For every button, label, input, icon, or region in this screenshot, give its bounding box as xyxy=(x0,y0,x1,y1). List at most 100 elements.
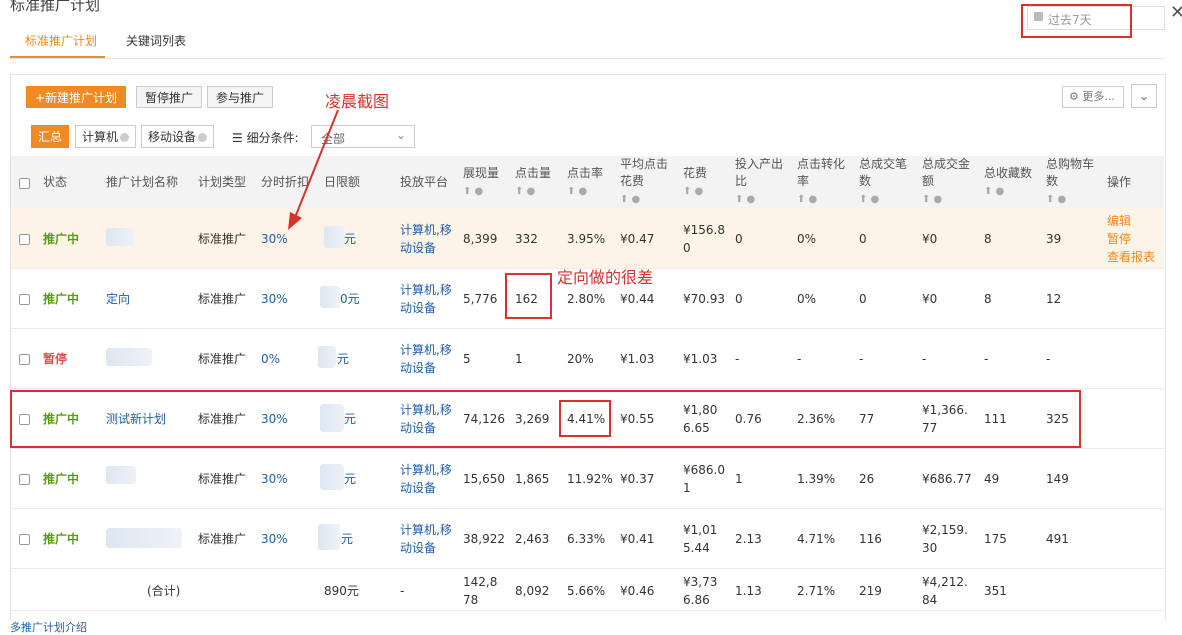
header-impressions[interactable]: 展现量 ⬆ ● xyxy=(463,165,499,200)
header-clicks-label: 点击量 xyxy=(515,166,552,180)
impressions: 5 xyxy=(463,352,471,366)
segment-mobile-label: 移动设备 xyxy=(148,130,197,144)
tab-divider xyxy=(10,58,1164,59)
ctr: 11.92% xyxy=(567,472,613,486)
total-budget: 890元 xyxy=(324,584,359,598)
header-cvr[interactable]: 点击转化率 ⬆ ● xyxy=(797,156,849,208)
join-button[interactable]: 参与推广 xyxy=(207,86,274,108)
platform-link[interactable]: 计算机,移动设备 xyxy=(400,521,456,557)
header-gmv[interactable]: 总成交金额 ⬆ ● xyxy=(922,156,974,208)
tab-keyword-list[interactable]: 关键词列表 xyxy=(126,32,186,49)
segment-mobile[interactable]: 移动设备 xyxy=(141,125,215,148)
annotation-targeting-note: 定向做的很差 xyxy=(557,268,654,287)
roi: 0 xyxy=(735,232,743,246)
platform-link[interactable]: 计算机,移动设备 xyxy=(400,281,456,317)
cost: ¥156.80 xyxy=(683,223,725,255)
clicks: 332 xyxy=(515,232,538,246)
header-plan-name: 推广计划名称 xyxy=(106,175,179,189)
cpc: ¥0.44 xyxy=(620,292,655,306)
row-divider xyxy=(11,328,1164,329)
header-ctr[interactable]: 点击率 ⬆ ● xyxy=(567,165,603,200)
roi: 2.13 xyxy=(735,532,762,546)
header-cpc-label: 平均点击花费 xyxy=(620,157,669,188)
row-divider xyxy=(11,448,1164,449)
header-clicks[interactable]: 点击量 ⬆ ● xyxy=(515,165,551,200)
budget-link[interactable]: 元 xyxy=(341,530,353,548)
sort-icon: ⬆ ● xyxy=(922,194,943,205)
more-button[interactable]: ⚙ 更多... xyxy=(1062,86,1124,108)
view-report-link[interactable]: 查看报表 xyxy=(1107,248,1155,266)
discount-link[interactable]: 30% xyxy=(261,290,288,308)
platform-link[interactable]: 计算机,移动设备 xyxy=(400,221,456,257)
row-checkbox[interactable] xyxy=(19,354,30,365)
platform-link[interactable]: 计算机,移动设备 xyxy=(400,461,456,497)
total-gmv: ¥4,212.84 xyxy=(922,575,968,607)
row-checkbox[interactable] xyxy=(19,234,30,245)
plan-name-redacted[interactable] xyxy=(106,228,134,246)
header-favorites[interactable]: 总收藏数 ⬆ ● xyxy=(984,165,1032,200)
chevron-down-icon[interactable]: ⌄ xyxy=(1131,84,1157,108)
status-badge: 推广中 xyxy=(43,532,80,546)
header-gmv-label: 总成交金额 xyxy=(922,157,971,188)
total-cpc: ¥0.46 xyxy=(620,584,655,598)
plan-name-redacted[interactable] xyxy=(106,466,136,484)
row-checkbox[interactable] xyxy=(19,294,30,305)
budget-redacted xyxy=(318,346,336,368)
plan-name-link[interactable]: 定向 xyxy=(106,290,130,308)
ctr: 20% xyxy=(567,352,594,366)
page-title: 标准推广计划 xyxy=(10,0,101,14)
header-orders[interactable]: 总成交笔数 ⬆ ● xyxy=(859,156,911,208)
roi: - xyxy=(735,352,740,366)
pause-link[interactable]: 暂停 xyxy=(1107,230,1131,248)
budget-link[interactable]: 0元 xyxy=(340,290,360,308)
segment-summary[interactable]: 汇总 xyxy=(31,125,70,148)
total-ctr: 5.66% xyxy=(567,584,606,598)
discount-link[interactable]: 30% xyxy=(261,470,288,488)
header-ops: 操作 xyxy=(1107,175,1132,189)
close-icon[interactable]: ✕ xyxy=(1170,2,1182,23)
total-cvr: 2.71% xyxy=(797,584,836,598)
select-all-checkbox[interactable] xyxy=(19,178,30,189)
edit-link[interactable]: 编辑 xyxy=(1107,212,1131,230)
status-badge: 暂停 xyxy=(43,352,68,366)
header-cpc[interactable]: 平均点击花费 ⬆ ● xyxy=(620,156,672,208)
header-platform: 投放平台 xyxy=(400,175,449,189)
gmv: ¥686.77 xyxy=(922,472,972,486)
pause-button[interactable]: 暂停推广 xyxy=(136,86,203,108)
header-cost[interactable]: 花费 ⬆ ● xyxy=(683,165,707,200)
total-cost: ¥3,736.86 xyxy=(683,575,718,607)
gmv: ¥0 xyxy=(922,232,938,246)
favorites: 175 xyxy=(984,532,1007,546)
discount-link[interactable]: 0% xyxy=(261,350,280,368)
budget-link[interactable]: 元 xyxy=(337,350,349,368)
platform-link[interactable]: 计算机,移动设备 xyxy=(400,341,456,377)
row-checkbox[interactable] xyxy=(19,474,30,485)
header-cart[interactable]: 总购物车数 ⬆ ● xyxy=(1046,156,1098,208)
ctr: 6.33% xyxy=(567,532,606,546)
orders: 0 xyxy=(859,232,867,246)
plan-name-redacted[interactable] xyxy=(106,348,152,366)
cost: ¥1.03 xyxy=(683,352,718,366)
plan-name-redacted[interactable] xyxy=(106,528,182,548)
plan-type: 标准推广 xyxy=(198,232,247,246)
plan-type: 标准推广 xyxy=(198,532,247,546)
sort-icon: ⬆ ● xyxy=(797,194,818,205)
discount-link[interactable]: 30% xyxy=(261,530,288,548)
cart: 39 xyxy=(1046,232,1062,246)
new-plan-button[interactable]: +新建推广计划 xyxy=(26,86,127,108)
help-icon xyxy=(120,133,130,142)
segment-computer[interactable]: 计算机 xyxy=(75,125,137,148)
plan-intro-link[interactable]: 多推广计划介绍 xyxy=(10,619,87,635)
row-checkbox[interactable] xyxy=(19,534,30,545)
header-roi[interactable]: 投入产出比 ⬆ ● xyxy=(735,156,785,208)
cost: ¥70.93 xyxy=(683,292,725,306)
budget-link[interactable]: 元 xyxy=(344,470,356,488)
tab-standard-plans[interactable]: 标准推广计划 xyxy=(25,32,97,49)
total-platform: - xyxy=(400,584,405,598)
segment-computer-label: 计算机 xyxy=(82,130,119,144)
favorites: 8 xyxy=(984,232,992,246)
clicks: 1 xyxy=(515,352,523,366)
orders: 116 xyxy=(859,532,882,546)
orders: - xyxy=(859,352,864,366)
header-impressions-label: 展现量 xyxy=(463,166,500,180)
